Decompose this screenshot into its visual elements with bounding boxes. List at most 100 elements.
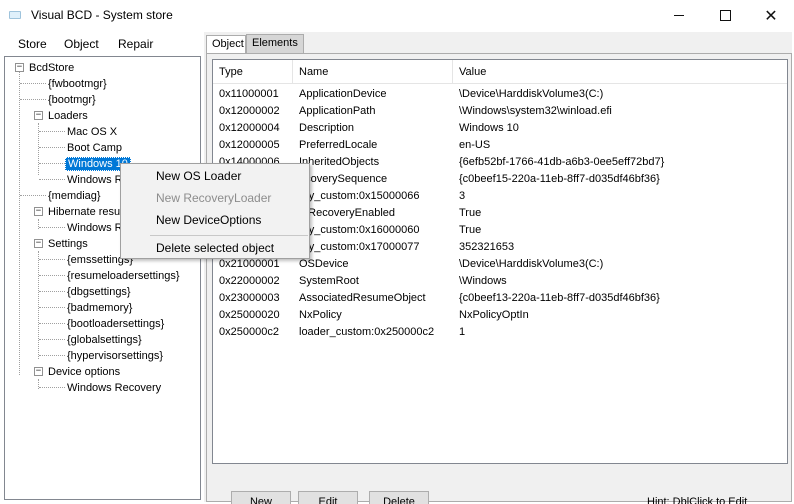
tree-item-windows-resume[interactable]: Windows R: [67, 220, 123, 236]
tree-connector: [20, 83, 46, 84]
tree-item-bcdstore[interactable]: BcdStore: [29, 60, 74, 76]
table-row[interactable]: 0x12000002 ApplicationPath \Windows\system…: [213, 103, 787, 120]
menu-store[interactable]: Store: [18, 37, 47, 51]
tree-item-memdiag[interactable]: {memdiag}: [48, 188, 101, 204]
cell-name: SystemRoot: [299, 275, 359, 287]
tree-connector: [39, 291, 65, 292]
collapse-toggle-icon[interactable]: −: [34, 239, 43, 248]
tree-connector: [39, 275, 65, 276]
tree-item-label: {memdiag}: [48, 190, 101, 202]
cell-value: \Windows\system32\winload.efi: [459, 105, 612, 117]
elements-grid[interactable]: Type Name Value 0x11000001 ApplicationDev…: [212, 59, 788, 464]
collapse-toggle-icon[interactable]: −: [34, 111, 43, 120]
title-bar: Visual BCD - System store ✕: [0, 0, 794, 31]
minimize-button[interactable]: [656, 0, 702, 31]
table-row[interactable]: 0x23000003 AssociatedResumeObject {c0beef1…: [213, 290, 787, 307]
cell-name: ary_custom:0x17000077: [299, 241, 420, 253]
table-row[interactable]: 0x12000005 PreferredLocale en-US: [213, 137, 787, 154]
tree-item-label: Settings: [48, 238, 88, 250]
maximize-button[interactable]: [702, 0, 748, 31]
tree-connector: [39, 131, 65, 132]
cell-name: AssociatedResumeObject: [299, 292, 426, 304]
menu-item-delete-selected-object[interactable]: Delete selected object: [156, 238, 274, 258]
menu-item-new-os-loader[interactable]: New OS Loader: [156, 166, 241, 186]
cell-type: 0x12000005: [219, 139, 280, 151]
tree-item-bootcamp[interactable]: Boot Camp: [67, 140, 122, 156]
tree-item-bootloadersettings[interactable]: {bootloadersettings}: [67, 316, 164, 332]
tree-item-dbgsettings[interactable]: {dbgsettings}: [67, 284, 131, 300]
tree-item-label: Windows Recovery: [67, 382, 162, 394]
tab-elements[interactable]: Elements: [246, 34, 304, 53]
table-row[interactable]: 0x250000c2 loader_custom:0x250000c2 1: [213, 324, 787, 341]
tree-item-windows-recovery-loader[interactable]: Windows R: [67, 172, 123, 188]
cell-value: \Device\HarddiskVolume3(C:): [459, 88, 604, 100]
tree-connector: [39, 163, 65, 164]
tree-item-windows-recovery[interactable]: Windows Recovery: [67, 380, 161, 396]
tree-item-label: Boot Camp: [67, 142, 123, 154]
menu-object[interactable]: Object: [64, 37, 99, 51]
cell-value: 352321653: [459, 241, 515, 253]
menu-separator: [150, 235, 308, 236]
close-button[interactable]: ✕: [748, 0, 794, 31]
cell-value: {6efb52bf-1766-41db-a6b3-0ee5eff72bd7}: [459, 156, 665, 168]
edit-element-button[interactable]: Edit: [298, 491, 358, 504]
tab-object[interactable]: Object: [206, 35, 246, 54]
tree-item-device-options[interactable]: Device options: [48, 364, 120, 380]
table-row[interactable]: 0x11000001 ApplicationDevice \Device\Hardd…: [213, 86, 787, 103]
menu-repair[interactable]: Repair: [118, 37, 153, 51]
tree-item-badmemory[interactable]: {badmemory}: [67, 300, 132, 316]
cell-value: en-US: [459, 139, 491, 151]
tree-connector: [39, 259, 65, 260]
tree-connector: [39, 355, 65, 356]
tree-item-globalsettings[interactable]: {globalsettings}: [67, 332, 142, 348]
cell-name: loader_custom:0x250000c2: [299, 326, 435, 338]
collapse-toggle-icon[interactable]: −: [34, 367, 43, 376]
cell-value: Windows 10: [459, 122, 519, 134]
tree-connector: [39, 387, 65, 388]
tree-item-loaders[interactable]: Loaders: [48, 108, 88, 124]
cell-value: {c0beef13-220a-11eb-8ff7-d035df46bf36}: [459, 292, 660, 304]
tree-item-settings[interactable]: Settings: [48, 236, 88, 252]
tree-connector: [39, 307, 65, 308]
cell-value: 3: [459, 190, 466, 202]
collapse-toggle-icon[interactable]: −: [15, 63, 24, 72]
tree-item-label: {bootloadersettings}: [67, 318, 165, 330]
tree-item-label: {badmemory}: [67, 302, 133, 314]
cell-name: ApplicationDevice: [299, 88, 387, 100]
tree-item-bootmgr[interactable]: {bootmgr}: [48, 92, 96, 108]
cell-type: 0x23000003: [219, 292, 280, 304]
column-header-value[interactable]: Value: [453, 60, 787, 84]
cell-value: 1: [459, 326, 466, 338]
tree-connector: [39, 323, 65, 324]
object-tree[interactable]: − − − − − BcdStore {fwbootmgr} {bootmgr}…: [4, 56, 201, 500]
tree-item-label: Windows R: [67, 174, 123, 186]
app-icon: [9, 11, 21, 19]
tree-item-label: Windows R: [67, 222, 123, 234]
cell-name: NxPolicy: [299, 309, 342, 321]
cell-name: toRecoveryEnabled: [299, 207, 396, 219]
column-header-name[interactable]: Name: [293, 60, 453, 84]
menu-item-new-device-options[interactable]: New DeviceOptions: [156, 210, 261, 230]
cell-type: 0x250000c2: [219, 326, 279, 338]
collapse-toggle-icon[interactable]: −: [34, 207, 43, 216]
tree-item-hypervisorsettings[interactable]: {hypervisorsettings}: [67, 348, 163, 364]
menu-bar: Store Object Repair: [0, 32, 204, 56]
tree-item-macosx[interactable]: Mac OS X: [67, 124, 117, 140]
table-row[interactable]: 0x12000004 Description Windows 10: [213, 120, 787, 137]
column-header-type[interactable]: Type: [213, 60, 293, 84]
minimize-icon: [674, 15, 684, 16]
tree-connector: [38, 251, 39, 359]
delete-element-button[interactable]: Delete: [369, 491, 429, 504]
tree-item-fwbootmgr[interactable]: {fwbootmgr}: [48, 76, 107, 92]
cell-type: 0x11000001: [219, 88, 279, 100]
new-element-button[interactable]: New: [231, 491, 291, 504]
cell-value: {c0beef15-220a-11eb-8ff7-d035df46bf36}: [459, 173, 660, 185]
tree-connector: [39, 227, 65, 228]
window-title: Visual BCD - System store: [31, 8, 173, 22]
table-row[interactable]: 0x22000002 SystemRoot \Windows: [213, 273, 787, 290]
cell-name: ary_custom:0x16000060: [299, 224, 420, 236]
cell-type: 0x22000002: [219, 275, 280, 287]
table-row[interactable]: 0x25000020 NxPolicy NxPolicyOptIn: [213, 307, 787, 324]
tree-connector: [39, 179, 65, 180]
tree-item-resumeloadersettings[interactable]: {resumeloadersettings}: [67, 268, 180, 284]
